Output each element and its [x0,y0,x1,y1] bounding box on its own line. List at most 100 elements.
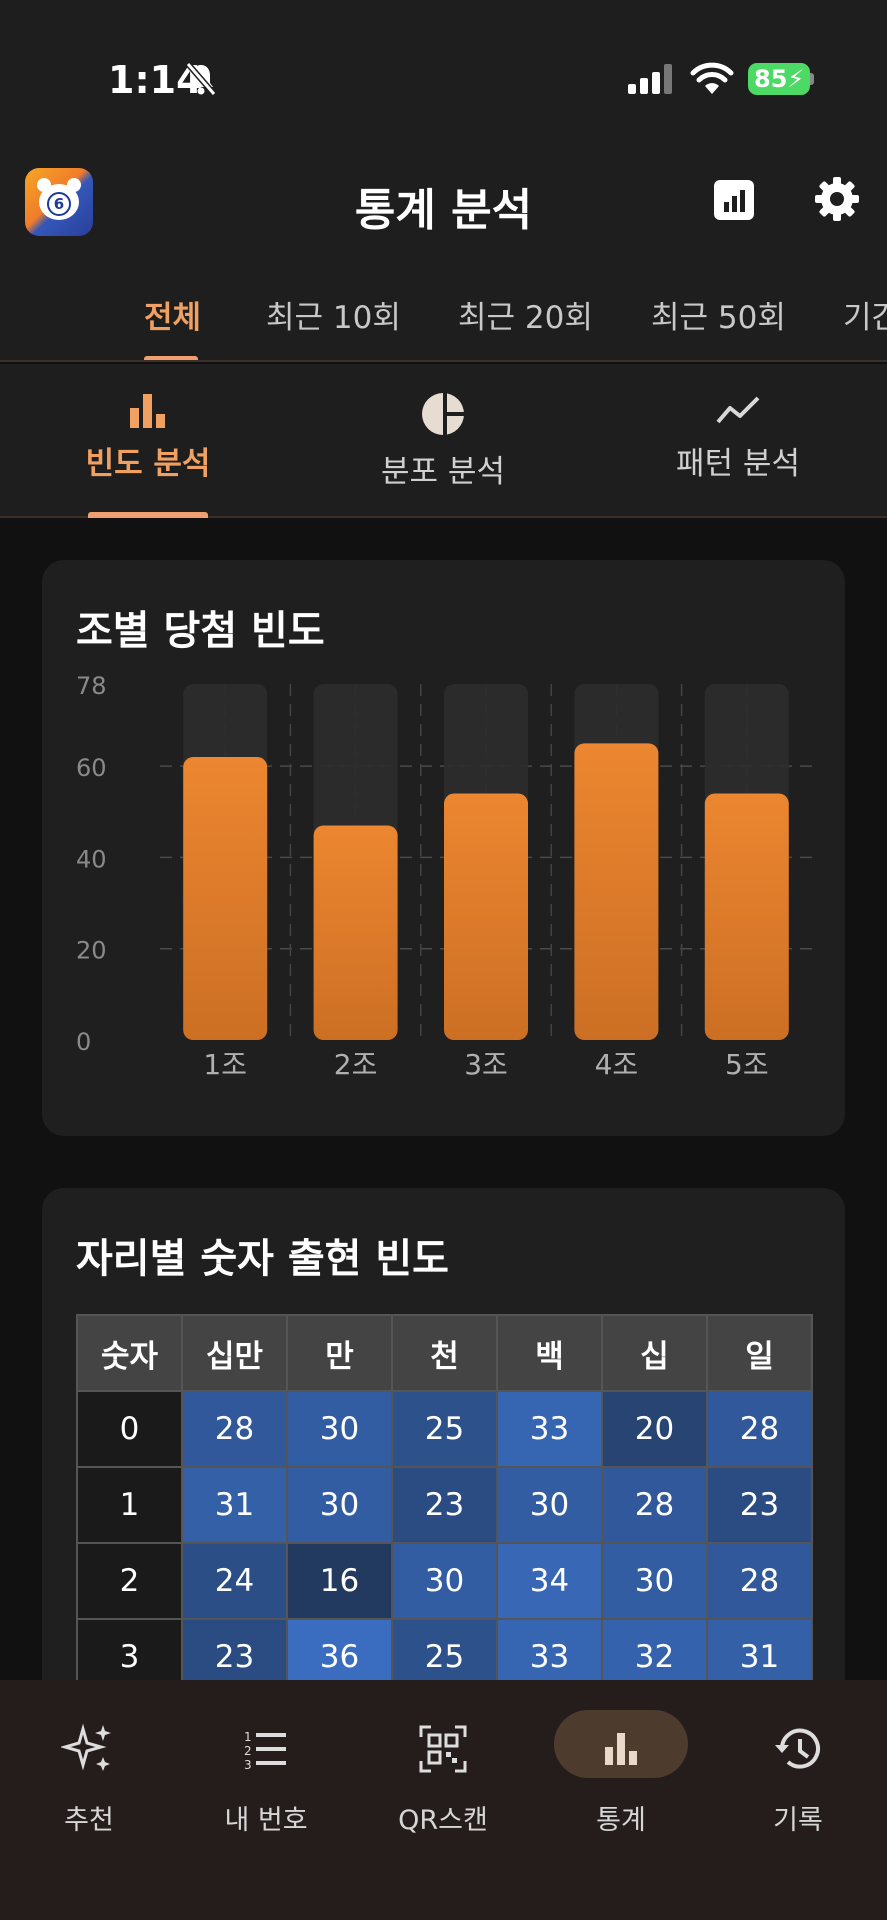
position-column-header: 백 [496,1314,603,1392]
qr-scan-icon [419,1725,467,1773]
chart-report-button[interactable] [714,180,754,220]
frequency-cell: 24 [181,1542,288,1620]
y-tick-label: 0 [76,1028,91,1056]
table-header-row: 숫자 십만 만 천 백 십 일 [76,1314,813,1392]
frequency-cell: 30 [496,1466,603,1544]
lotto-ball-icon: 6 [47,192,71,216]
frequency-cell: 16 [286,1542,393,1620]
bar-chart-icon [130,394,165,428]
frequency-cell: 20 [601,1390,708,1468]
battery-indicator: 85 ⚡ [748,63,810,95]
position-column-header: 십만 [181,1314,288,1392]
x-tick-label: 2조 [334,1048,378,1081]
x-tick-label: 3조 [464,1048,508,1081]
position-column-header: 천 [391,1314,498,1392]
bar [183,757,268,1040]
frequency-cell: 30 [391,1542,498,1620]
svg-text:1: 1 [244,1730,252,1744]
nav-label: 기록 [773,1805,823,1836]
period-tabs: 전체 최근 10회 최근 20회 최근 50회 기간 [0,260,887,362]
position-frequency-card: 자리별 숫자 출현 빈도 숫자 십만 만 천 백 십 일 0 28 30 25 33 20 28 1 31 3… [42,1188,845,1708]
digit-cell: 0 [76,1390,183,1468]
frequency-cell: 28 [706,1542,813,1620]
status-bar: 1:14 85 ⚡ [0,0,887,150]
digit-column-header: 숫자 [76,1314,183,1392]
tab-recent-10[interactable]: 최근 10회 [266,292,401,337]
y-tick-label: 78 [76,672,107,700]
frequency-cell: 30 [286,1466,393,1544]
bar-chart-icon [605,1733,637,1765]
analysis-tabs: 빈도 분석 분포 분석 패턴 분석 [0,364,887,518]
bar [444,793,528,1040]
tab-pattern-analysis[interactable]: 패턴 분석 [648,392,828,483]
frequency-cell: 30 [286,1390,393,1468]
table-row: 1 31 30 23 30 28 23 [76,1466,813,1544]
tab-label: 패턴 분석 [676,446,800,482]
frequency-cell: 28 [181,1390,288,1468]
svg-text:3: 3 [244,1758,252,1772]
position-column-header: 일 [706,1314,813,1392]
tab-label: 빈도 분석 [85,446,211,482]
table-title: 자리별 숫자 출현 빈도 [76,1236,449,1282]
frequency-cell: 28 [601,1466,708,1544]
bar [313,825,398,1040]
x-tick-label: 4조 [595,1048,639,1081]
trend-line-icon [716,396,760,424]
position-column-header: 만 [286,1314,393,1392]
nav-history[interactable]: 기록 [728,1720,868,1837]
y-tick-label: 40 [76,845,107,873]
tab-label: 분포 분석 [381,454,505,490]
digit-cell: 2 [76,1542,183,1620]
digit-cell: 1 [76,1466,183,1544]
bar-chart-icon [724,190,745,212]
nav-recommend[interactable]: 추천 [19,1720,159,1837]
signal-icon [628,64,672,94]
bottom-nav: 추천 1 2 3 내 번호 QR스캔 통계 기록 [0,1680,887,1920]
wifi-icon [690,62,734,94]
nav-label: QR스캔 [398,1805,488,1836]
tab-frequency-analysis[interactable]: 빈도 분석 [58,392,238,483]
gear-icon[interactable] [814,176,860,222]
frequency-cell: 23 [391,1466,498,1544]
tab-period[interactable]: 기간 [843,292,887,337]
frequency-cell: 25 [391,1390,498,1468]
svg-text:2: 2 [244,1744,252,1758]
nav-label: 추천 [64,1805,114,1836]
frequency-cell: 33 [496,1390,603,1468]
sparkle-icon [61,1723,111,1771]
frequency-chart-card: 조별 당첨 빈도 0 20 40 60 78 1조 2조 3조 4조 5조 [42,560,845,1136]
history-icon [775,1728,820,1769]
position-column-header: 십 [601,1314,708,1392]
y-tick-label: 60 [76,754,107,782]
x-tick-label: 1조 [203,1048,247,1081]
frequency-cell: 34 [496,1542,603,1620]
tab-all[interactable]: 전체 [144,292,201,337]
frequency-cell: 30 [601,1542,708,1620]
tab-indicator [144,356,198,360]
pie-chart-icon [422,392,465,436]
tab-distribution-analysis[interactable]: 분포 분석 [353,392,533,491]
nav-statistics[interactable]: 통계 [551,1720,691,1837]
numbered-list-icon: 1 2 3 [244,1730,286,1772]
app-header: 6 통계 분석 [0,150,887,260]
nav-my-numbers[interactable]: 1 2 3 내 번호 [196,1720,336,1837]
frequency-bar-chart: 0 20 40 60 78 1조 2조 3조 4조 5조 [76,672,812,1081]
nav-qr-scan[interactable]: QR스캔 [373,1720,513,1837]
bar [704,793,789,1040]
table-row: 2 24 16 30 34 30 28 [76,1542,813,1620]
table-row: 0 28 30 25 33 20 28 [76,1390,813,1468]
battery-tip [810,73,814,85]
bell-muted-icon [186,62,216,96]
frequency-table: 숫자 십만 만 천 백 십 일 0 28 30 25 33 20 28 1 31 30 23 30 28 23 2 24 1… [76,1314,813,1696]
nav-label: 통계 [596,1805,646,1836]
y-tick-label: 20 [76,937,107,965]
tab-recent-20[interactable]: 최근 20회 [458,292,593,337]
frequency-cell: 31 [181,1466,288,1544]
bar [574,743,659,1040]
x-tick-label: 5조 [725,1048,769,1081]
tab-indicator [88,512,208,518]
nav-label: 내 번호 [224,1805,308,1836]
frequency-cell: 23 [706,1466,813,1544]
frequency-cell: 28 [706,1390,813,1468]
tab-recent-50[interactable]: 최근 50회 [651,292,786,337]
